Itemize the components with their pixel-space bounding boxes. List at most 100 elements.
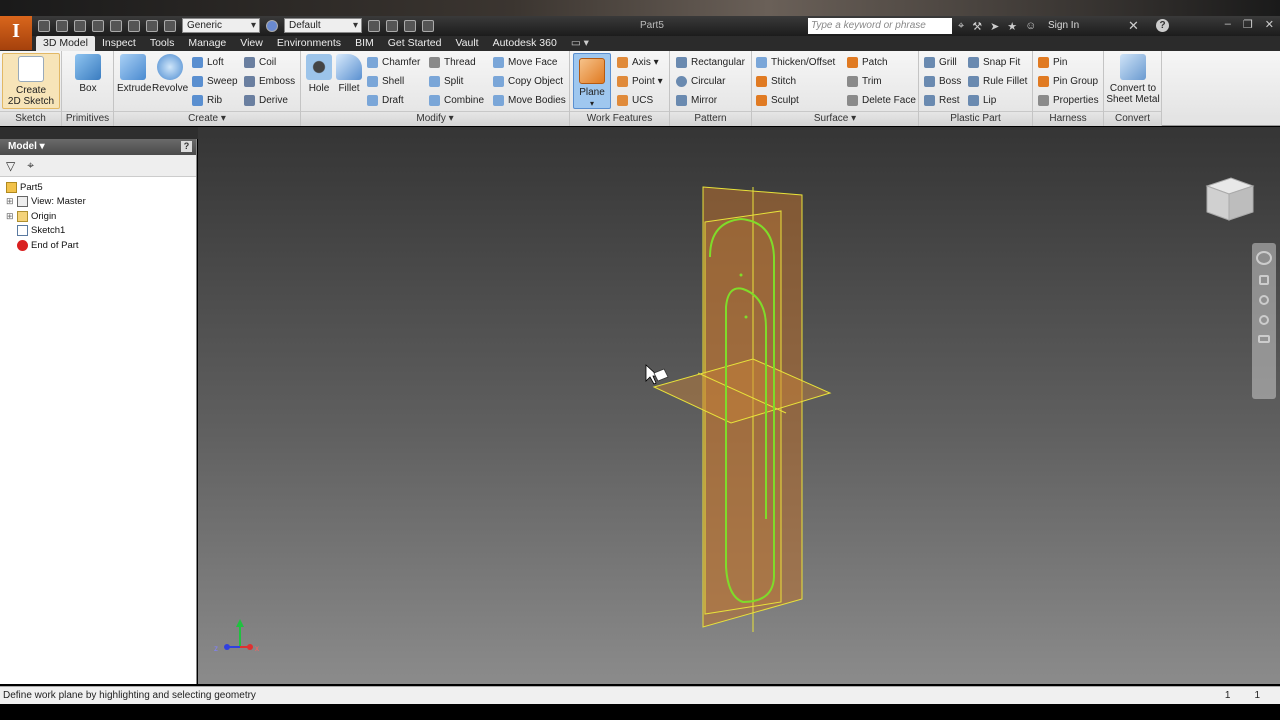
application-menu-button[interactable]: I bbox=[0, 16, 32, 50]
panel-label-create[interactable]: Create ▾ bbox=[114, 111, 300, 126]
orbit-icon[interactable] bbox=[1259, 315, 1269, 325]
favorites-icon[interactable]: ★ bbox=[1007, 20, 1017, 33]
pin-button[interactable]: Pin bbox=[1038, 53, 1067, 71]
thread-button[interactable]: Thread bbox=[429, 53, 476, 71]
plane-button[interactable]: Plane ▾ bbox=[573, 53, 611, 109]
move-face-button[interactable]: Move Face bbox=[493, 53, 557, 71]
graphics-viewport[interactable]: z x bbox=[198, 127, 1280, 684]
panel-label-modify[interactable]: Modify ▾ bbox=[301, 111, 569, 126]
derive-button[interactable]: Derive bbox=[244, 91, 288, 109]
close-icon[interactable]: ✕ bbox=[1265, 18, 1274, 31]
browser-header[interactable]: Model ▾ ? bbox=[0, 139, 196, 155]
work-plane-xz[interactable] bbox=[652, 358, 832, 424]
tree-node-end-of-part[interactable]: End of Part bbox=[0, 238, 196, 253]
open-icon[interactable] bbox=[56, 19, 68, 32]
subscription-icon[interactable]: ➤ bbox=[990, 20, 999, 33]
tab-autodesk-360[interactable]: Autodesk 360 bbox=[486, 36, 564, 51]
rib-button[interactable]: Rib bbox=[192, 91, 222, 109]
binoculars-icon[interactable]: ⌖ bbox=[958, 20, 964, 33]
restore-icon[interactable]: ❐ bbox=[1243, 18, 1253, 31]
ribbon-display-toggle-icon[interactable]: ▭ ▾ bbox=[564, 36, 596, 51]
customize-qat-icon[interactable] bbox=[422, 19, 434, 32]
pin-group-button[interactable]: Pin Group bbox=[1038, 72, 1098, 90]
coil-button[interactable]: Coil bbox=[244, 53, 276, 71]
sculpt-button[interactable]: Sculpt bbox=[756, 91, 799, 109]
appearance-combo[interactable]: Default bbox=[284, 18, 362, 33]
thicken-offset-button[interactable]: Thicken/Offset bbox=[756, 53, 835, 71]
rest-button[interactable]: Rest bbox=[924, 91, 960, 109]
convert-sheet-metal-button[interactable]: Convert to Sheet Metal bbox=[1106, 54, 1160, 105]
tab-inspect[interactable]: Inspect bbox=[95, 36, 143, 51]
expand-icon[interactable]: ⊞ bbox=[6, 196, 17, 207]
tab-vault[interactable]: Vault bbox=[448, 36, 485, 51]
create-2d-sketch-button[interactable]: Create 2D Sketch bbox=[2, 53, 60, 109]
boss-button[interactable]: Boss bbox=[924, 72, 961, 90]
tab-view[interactable]: View bbox=[233, 36, 270, 51]
snap-fit-button[interactable]: Snap Fit bbox=[968, 53, 1020, 71]
rectangular-pattern-button[interactable]: Rectangular bbox=[676, 53, 745, 71]
mirror-button[interactable]: Mirror bbox=[676, 91, 717, 109]
select-icon[interactable] bbox=[164, 19, 176, 32]
minimize-icon[interactable]: – bbox=[1225, 18, 1231, 31]
filter-icon[interactable]: ▽ bbox=[6, 159, 15, 173]
sweep-button[interactable]: Sweep bbox=[192, 72, 238, 90]
split-button[interactable]: Split bbox=[429, 72, 463, 90]
stitch-button[interactable]: Stitch bbox=[756, 72, 796, 90]
look-at-icon[interactable] bbox=[1258, 335, 1270, 343]
loft-button[interactable]: Loft bbox=[192, 53, 224, 71]
extrude-button[interactable]: Extrude bbox=[117, 54, 151, 94]
material-combo[interactable]: Generic bbox=[182, 18, 260, 33]
zoom-icon[interactable] bbox=[1259, 295, 1269, 305]
steering-wheel-icon[interactable] bbox=[1256, 251, 1272, 265]
panel-label-surface[interactable]: Surface ▾ bbox=[752, 111, 918, 126]
print-icon[interactable] bbox=[128, 19, 140, 32]
hole-button[interactable]: Hole bbox=[305, 54, 333, 94]
copy-object-button[interactable]: Copy Object bbox=[493, 72, 563, 90]
box-button[interactable]: Box bbox=[74, 54, 102, 94]
new-icon[interactable] bbox=[38, 19, 50, 32]
move-bodies-button[interactable]: Move Bodies bbox=[493, 91, 566, 109]
draft-button[interactable]: Draft bbox=[367, 91, 404, 109]
chamfer-button[interactable]: Chamfer bbox=[367, 53, 420, 71]
update-icon[interactable] bbox=[146, 19, 158, 32]
tab-manage[interactable]: Manage bbox=[181, 36, 233, 51]
grill-button[interactable]: Grill bbox=[924, 53, 957, 71]
tab-get-started[interactable]: Get Started bbox=[381, 36, 449, 51]
find-icon[interactable]: ⌖ bbox=[27, 158, 34, 173]
tab-3d-model[interactable]: 3D Model bbox=[36, 36, 95, 51]
circular-pattern-button[interactable]: Circular bbox=[676, 72, 725, 90]
emboss-button[interactable]: Emboss bbox=[244, 72, 295, 90]
parameters-icon[interactable] bbox=[404, 19, 416, 32]
undo-icon[interactable] bbox=[92, 19, 104, 32]
point-button[interactable]: Point ▾ bbox=[617, 72, 663, 90]
trim-button[interactable]: Trim bbox=[847, 72, 882, 90]
redo-icon[interactable] bbox=[110, 19, 122, 32]
tab-bim[interactable]: BIM bbox=[348, 36, 381, 51]
shell-button[interactable]: Shell bbox=[367, 72, 404, 90]
patch-button[interactable]: Patch bbox=[847, 53, 888, 71]
tab-environments[interactable]: Environments bbox=[270, 36, 348, 51]
axis-button[interactable]: Axis ▾ bbox=[617, 53, 659, 71]
tree-node-origin[interactable]: ⊞ Origin bbox=[0, 209, 196, 224]
search-input[interactable]: Type a keyword or phrase bbox=[808, 18, 952, 34]
ucs-button[interactable]: UCS bbox=[617, 91, 653, 109]
tree-node-part[interactable]: Part5 bbox=[0, 180, 196, 195]
tree-node-view[interactable]: ⊞ View: Master bbox=[0, 195, 196, 210]
expand-icon[interactable]: ⊞ bbox=[6, 211, 17, 222]
clear-appearance-icon[interactable] bbox=[368, 19, 380, 32]
combine-button[interactable]: Combine bbox=[429, 91, 484, 109]
tools-icon[interactable]: ⚒ bbox=[972, 20, 982, 33]
save-icon[interactable] bbox=[74, 19, 86, 32]
delete-face-button[interactable]: Delete Face bbox=[847, 91, 916, 109]
tree-node-sketch[interactable]: Sketch1 bbox=[0, 224, 196, 239]
exchange-icon[interactable]: ✕ bbox=[1128, 18, 1139, 34]
lip-button[interactable]: Lip bbox=[968, 91, 996, 109]
rule-fillet-button[interactable]: Rule Fillet bbox=[968, 72, 1027, 90]
harness-properties-button[interactable]: Properties bbox=[1038, 91, 1099, 109]
pan-icon[interactable] bbox=[1259, 275, 1269, 285]
help-icon[interactable]: ? bbox=[1156, 19, 1169, 32]
viewcube[interactable] bbox=[1203, 172, 1255, 224]
tab-tools[interactable]: Tools bbox=[143, 36, 182, 51]
sign-in-link[interactable]: Sign In bbox=[1048, 20, 1079, 31]
adjust-icon[interactable] bbox=[386, 19, 398, 32]
